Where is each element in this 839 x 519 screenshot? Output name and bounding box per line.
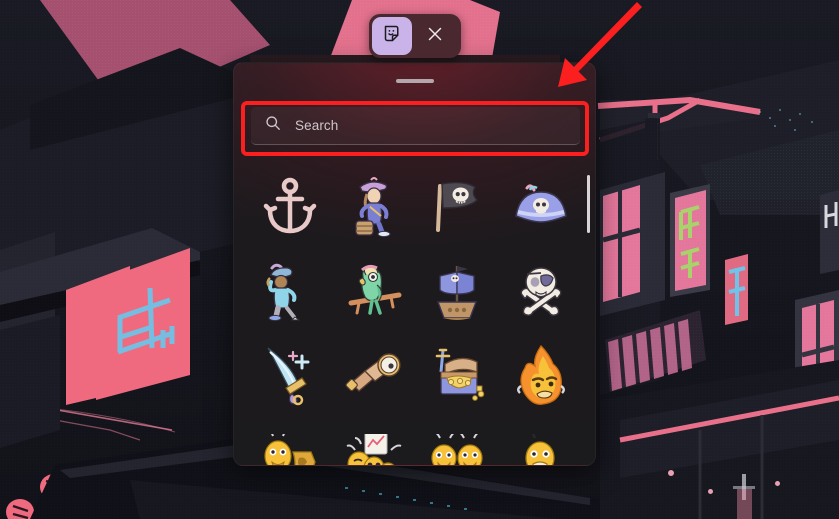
sticker-emoji-shout[interactable] [502,420,580,465]
sticker-pirate-ship[interactable] [418,252,496,330]
sticker-pirate-man[interactable] [251,252,329,330]
search-icon [265,115,281,136]
sticker-emoji-pair[interactable] [418,420,496,465]
sticker-angry-fire[interactable] [502,336,580,414]
search-input[interactable]: Search [251,107,580,145]
close-icon [427,26,443,47]
close-button[interactable] [415,17,455,55]
sticker-anchor[interactable] [251,168,329,246]
sticker-panel-toolbar [369,14,461,58]
panel-drag-handle[interactable] [395,79,434,83]
sticker-tab[interactable] [372,17,412,55]
screen: Search [0,0,839,519]
emoji-sticker-panel: Search [233,62,596,466]
sticker-pirate-woman[interactable] [335,168,413,246]
sticker-emoji-puzzle[interactable] [251,420,329,465]
search-placeholder: Search [295,118,339,133]
sticker-parrot[interactable] [335,252,413,330]
sticker-icon [382,23,403,49]
sticker-pirate-hat[interactable] [502,168,580,246]
sticker-pirate-flag[interactable] [418,168,496,246]
sticker-cutlass[interactable] [251,336,329,414]
panel-scrollbar[interactable] [587,175,590,233]
sticker-grid [248,165,583,465]
sticker-spyglass[interactable] [335,336,413,414]
search-field-wrapper: Search [251,107,580,145]
sticker-treasure-chest[interactable] [418,336,496,414]
sticker-skull-crossbones[interactable] [502,252,580,330]
sticker-emoji-party[interactable] [335,420,413,465]
